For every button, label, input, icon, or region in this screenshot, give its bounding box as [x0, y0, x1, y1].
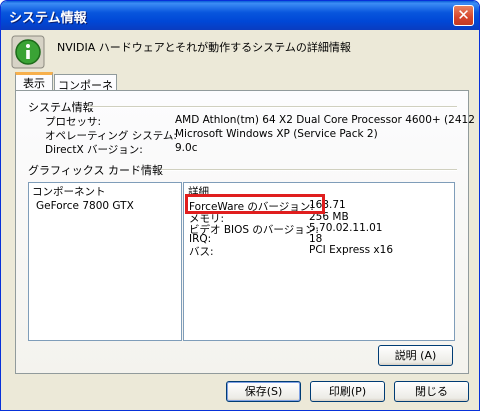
- bus-label: バス:: [189, 246, 214, 258]
- window-title: システム情報: [9, 11, 87, 26]
- component-list[interactable]: コンポーネント GeForce 7800 GTX: [28, 182, 182, 341]
- close-window-button[interactable]: ✕: [453, 5, 474, 26]
- bus-value: PCI Express x16: [309, 244, 394, 256]
- forceware-highlight-box: [185, 194, 325, 214]
- help-button[interactable]: 説明 (A): [378, 345, 453, 366]
- os-label: オペレーティング システム:: [45, 130, 177, 142]
- os-value: Microsoft Windows XP (Service Pack 2): [175, 128, 378, 140]
- system-info-section-title: システム情報: [28, 101, 94, 114]
- component-column-header: コンポーネント: [32, 186, 106, 198]
- title-bar[interactable]: システム情報 ✕: [1, 1, 479, 30]
- save-button[interactable]: 保存(S): [226, 381, 301, 402]
- component-item-geforce[interactable]: GeForce 7800 GTX: [36, 200, 134, 212]
- processor-label: プロセッサ:: [45, 116, 102, 128]
- tab-display[interactable]: 表示: [15, 72, 53, 90]
- directx-label: DirectX バージョン:: [45, 144, 143, 156]
- section-divider: [87, 106, 457, 108]
- close-button[interactable]: 閉じる: [394, 381, 469, 402]
- print-button[interactable]: 印刷(P): [310, 381, 385, 402]
- section-divider: [161, 169, 457, 171]
- directx-value: 9.0c: [175, 142, 198, 154]
- system-info-window: システム情報 ✕ NVIDIA ハードウェアとそれが動作するシステムの詳細情報 …: [0, 0, 480, 411]
- header-description: NVIDIA ハードウェアとそれが動作するシステムの詳細情報: [57, 41, 351, 54]
- graphics-section-title: グラフィックス カード情報: [28, 164, 163, 177]
- tab-components[interactable]: コンポーネント: [54, 74, 117, 108]
- info-icon: [11, 35, 45, 69]
- processor-value: AMD Athlon(tm) 64 X2 Dual Core Processor…: [175, 114, 475, 126]
